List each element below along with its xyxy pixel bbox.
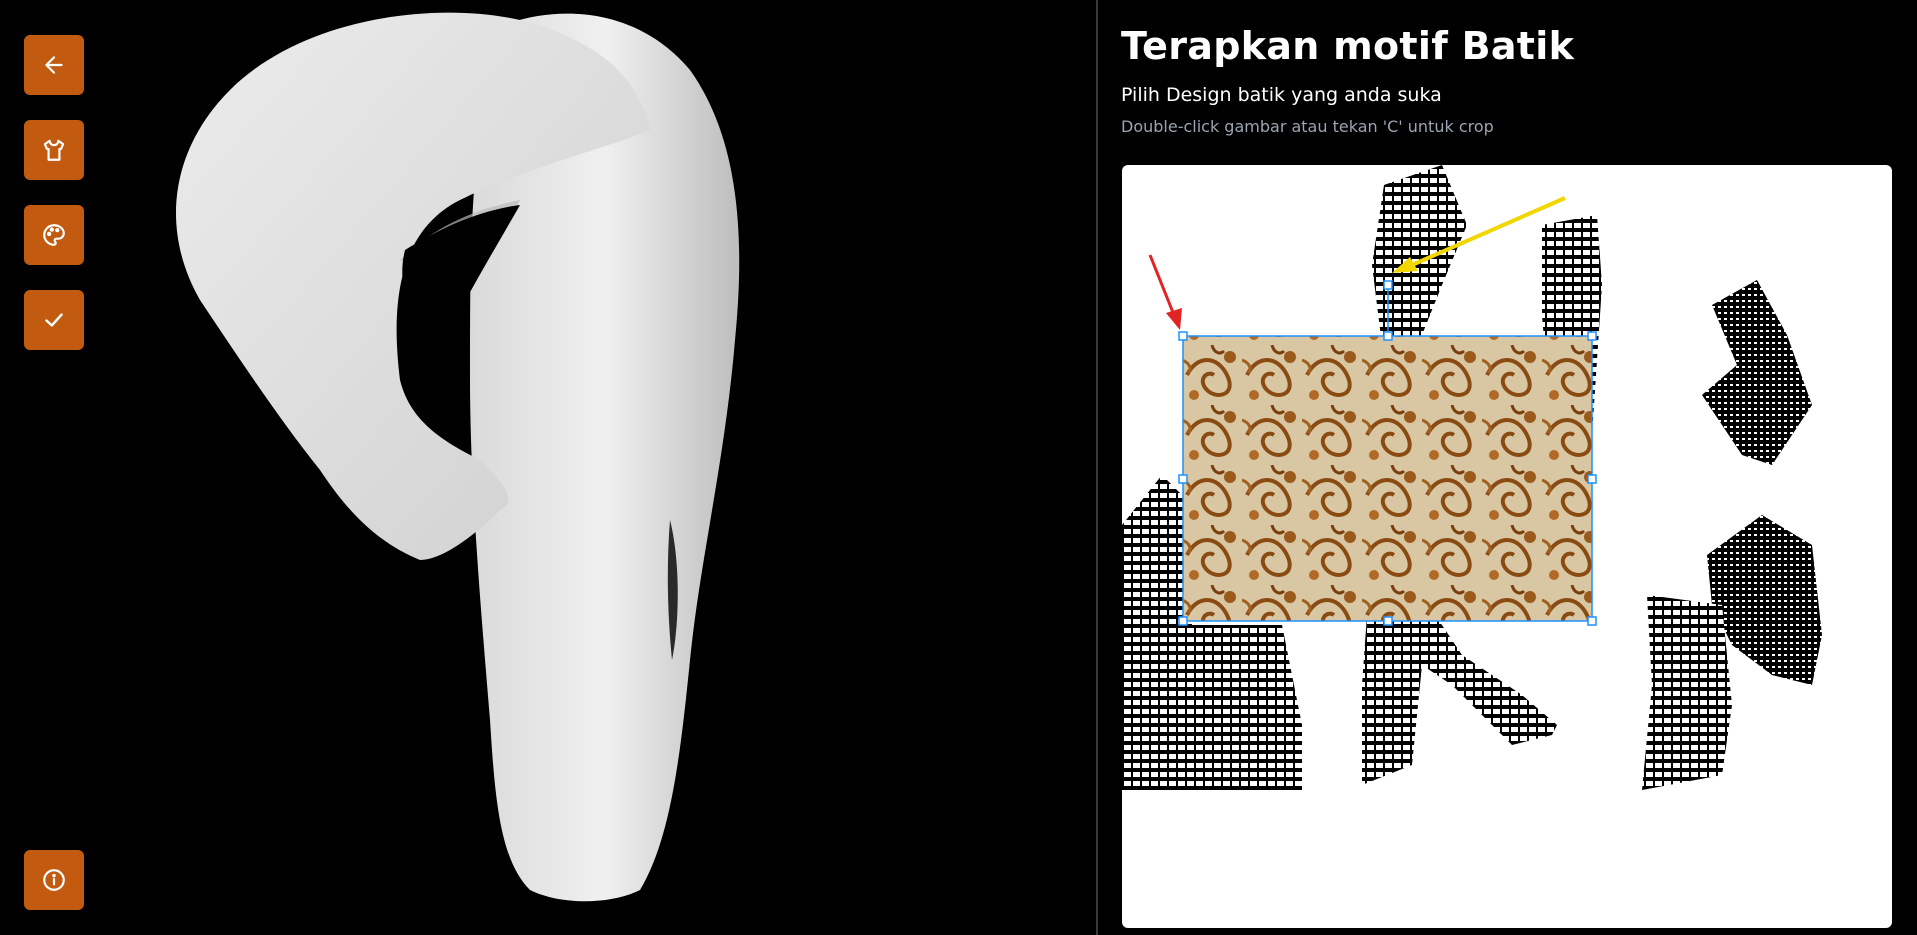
- batik-panel: Terapkan motif Batik Pilih Design batik …: [1098, 0, 1917, 935]
- resize-handle-right[interactable]: [1587, 474, 1597, 484]
- garment-3d-model[interactable]: [0, 0, 1096, 935]
- pattern-canvas[interactable]: [1122, 165, 1892, 928]
- panel-subtitle: Pilih Design batik yang anda suka: [1121, 84, 1442, 106]
- info-button[interactable]: [24, 850, 84, 910]
- resize-handle-top-right[interactable]: [1587, 331, 1597, 341]
- check-icon: [45, 313, 63, 327]
- arrow-left-icon: [45, 56, 63, 74]
- info-icon: [43, 869, 65, 891]
- pattern-piece-top-neck[interactable]: [1372, 165, 1467, 345]
- resize-handle-bottom-right[interactable]: [1587, 616, 1597, 626]
- resize-handle-left[interactable]: [1178, 474, 1188, 484]
- palette-button[interactable]: [24, 205, 84, 265]
- batik-image[interactable]: [1182, 335, 1593, 622]
- crop-hint: Double-click gambar atau tekan 'C' untuk…: [1121, 117, 1494, 136]
- page-title: Terapkan motif Batik: [1121, 24, 1575, 68]
- shirt-icon: [43, 139, 65, 161]
- resize-handle-bottom[interactable]: [1383, 616, 1393, 626]
- rotate-handle[interactable]: [1383, 280, 1393, 290]
- resize-handle-top-left[interactable]: [1178, 331, 1188, 341]
- pattern-piece-cuff-upper[interactable]: [1702, 280, 1812, 465]
- palette-icon: [43, 224, 65, 246]
- garment-button[interactable]: [24, 120, 84, 180]
- 3d-viewport[interactable]: [0, 0, 1096, 935]
- resize-handle-top[interactable]: [1383, 331, 1393, 341]
- back-button[interactable]: [24, 35, 84, 95]
- confirm-button[interactable]: [24, 290, 84, 350]
- pattern-piece-sleeve-lower[interactable]: [1642, 595, 1732, 790]
- red-arrow-annotation: [1148, 254, 1182, 330]
- resize-handle-bottom-left[interactable]: [1178, 616, 1188, 626]
